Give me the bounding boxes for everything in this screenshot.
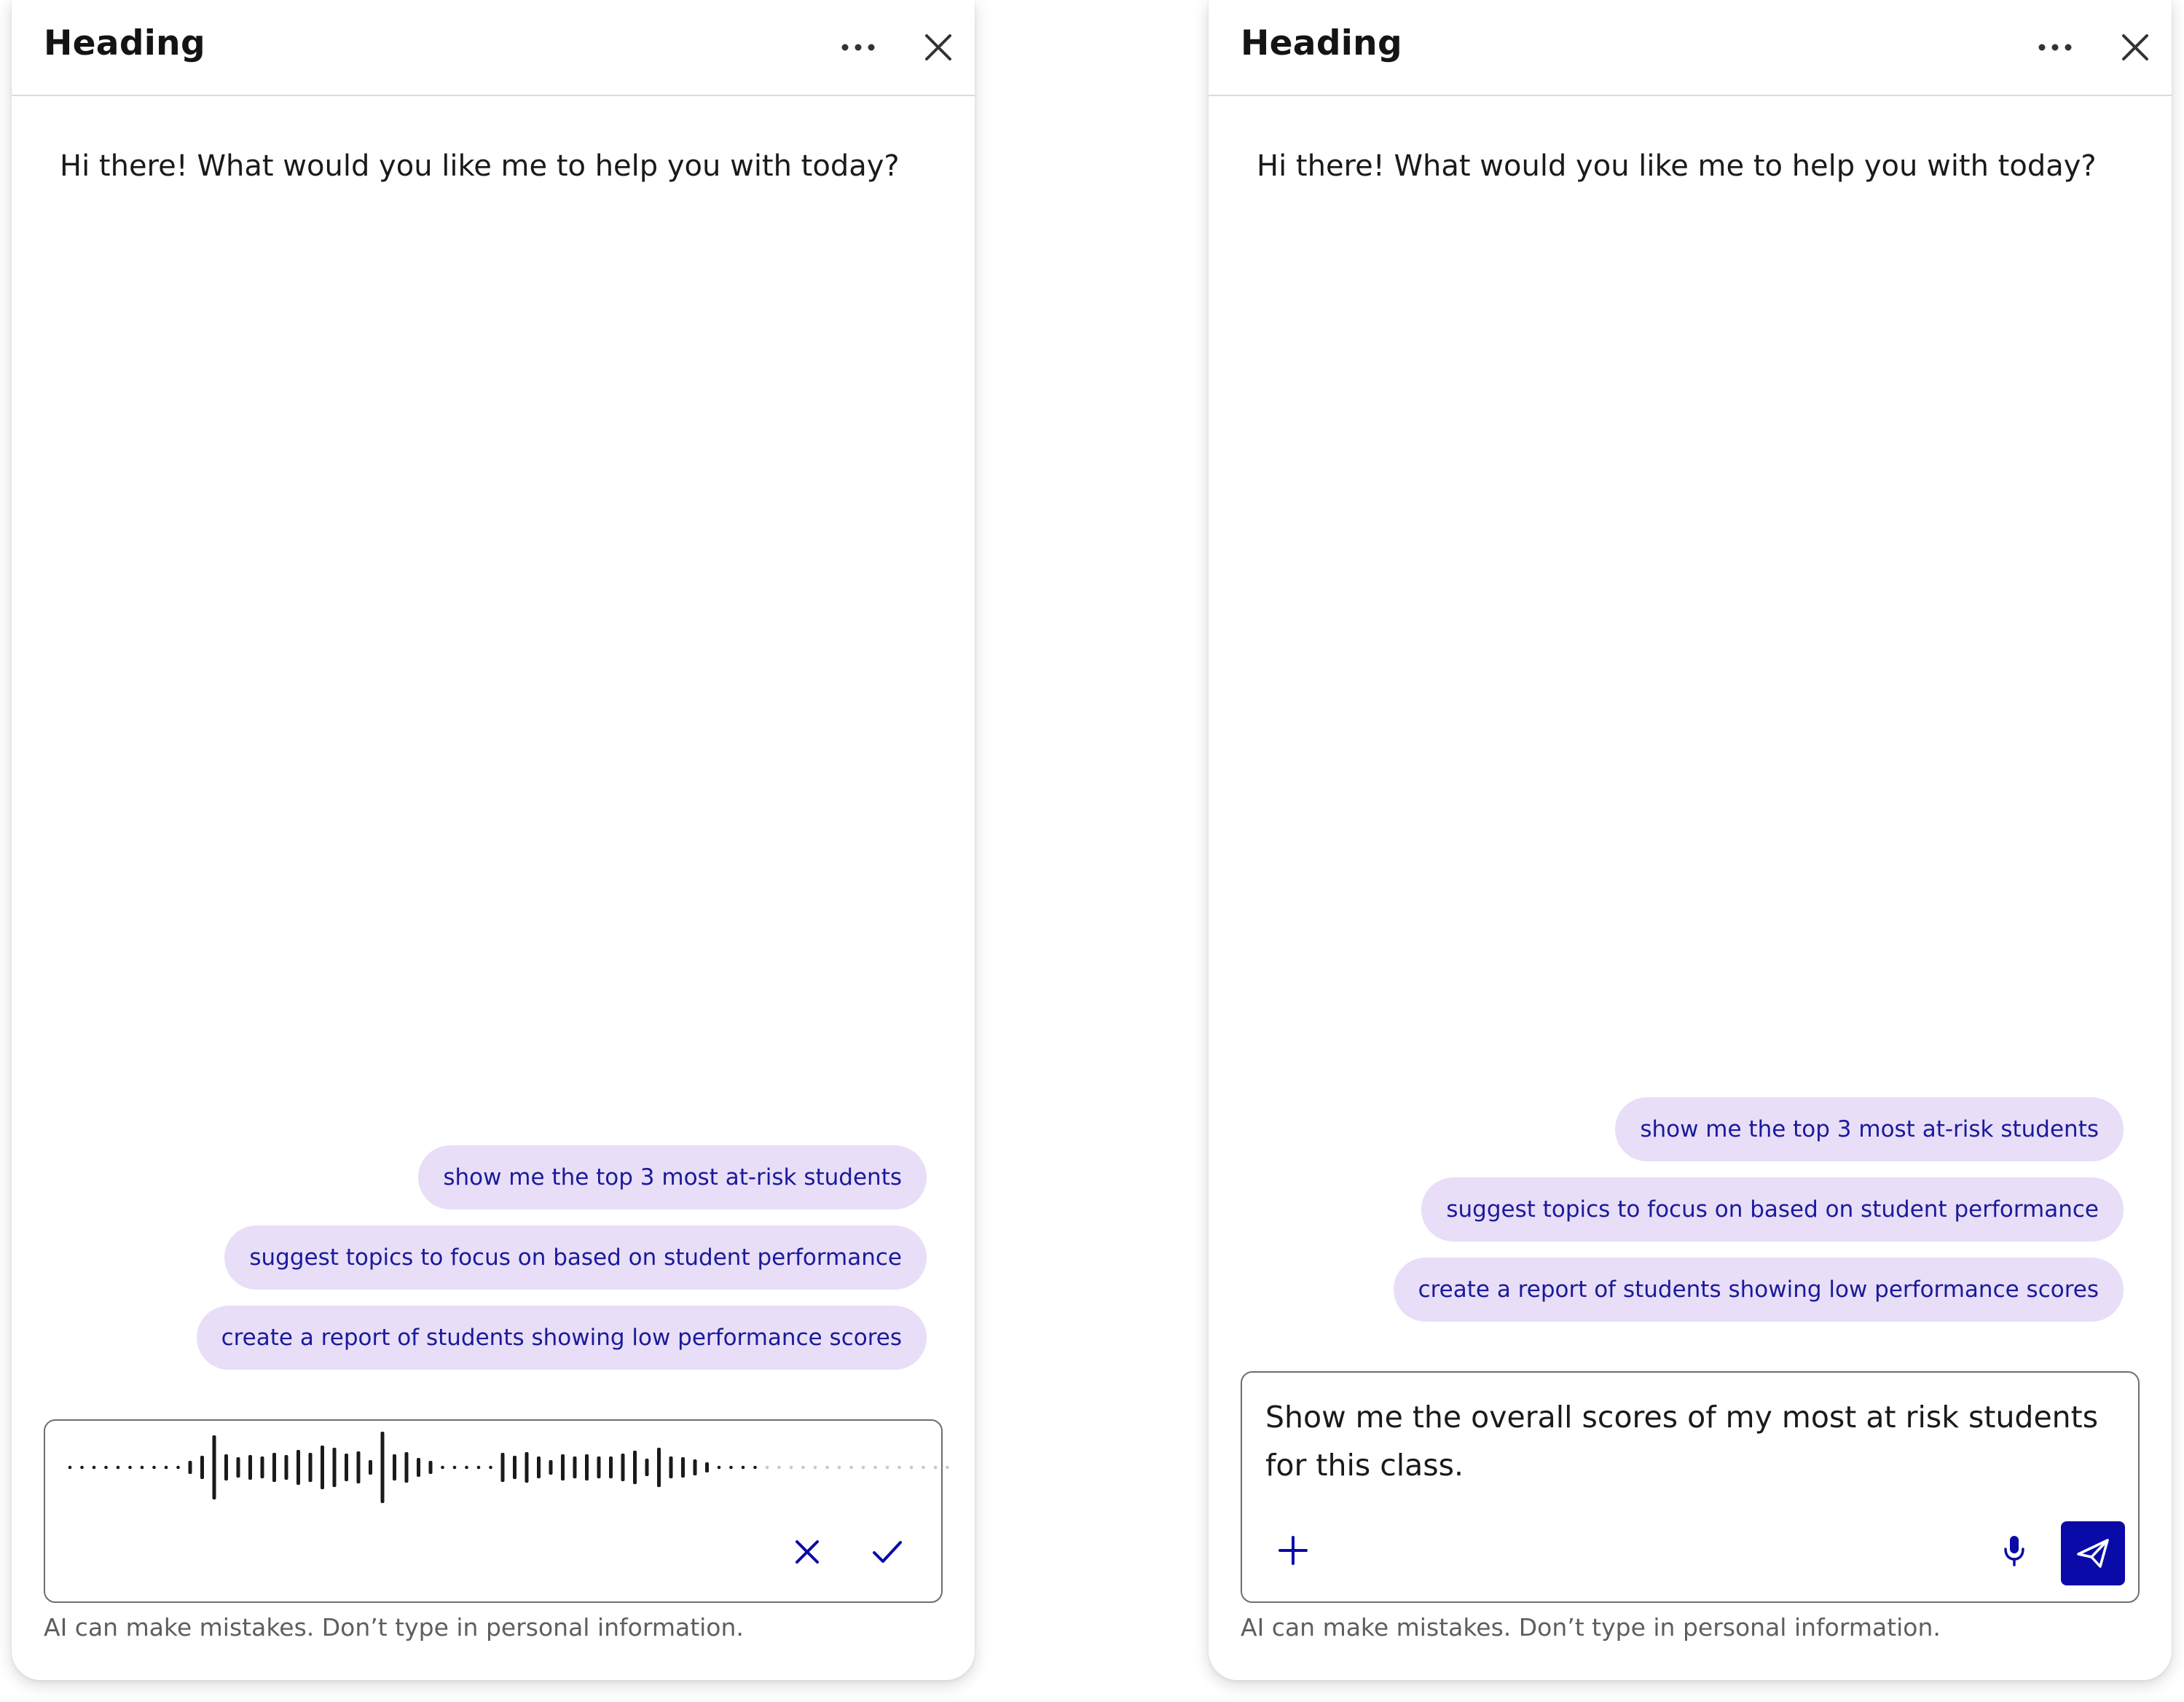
cancel-recording-icon[interactable]	[781, 1526, 833, 1578]
close-icon[interactable]	[915, 24, 962, 71]
disclaimer-text: AI can make mistakes. Don’t type in pers…	[1241, 1613, 1941, 1642]
message-input-box[interactable]: Show me the overall scores of my most at…	[1241, 1371, 2140, 1603]
suggestion-chip[interactable]: show me the top 3 most at-risk students	[1615, 1097, 2124, 1161]
suggestion-list: show me the top 3 most at-risk students …	[1393, 1097, 2124, 1322]
audio-waveform	[68, 1432, 949, 1503]
suggestion-chip[interactable]: suggest topics to focus on based on stud…	[224, 1225, 927, 1290]
close-icon[interactable]	[2112, 24, 2159, 71]
disclaimer-text: AI can make mistakes. Don’t type in pers…	[44, 1613, 744, 1642]
panel-header: Heading	[12, 0, 975, 96]
send-button[interactable]	[2061, 1521, 2125, 1585]
suggestion-list: show me the top 3 most at-risk students …	[196, 1145, 927, 1370]
microphone-icon[interactable]	[1985, 1521, 2043, 1580]
assistant-greeting: Hi there! What would you like me to help…	[1257, 149, 2097, 183]
chat-panel-voice: Heading Hi there! What would you like me…	[12, 0, 975, 1680]
assistant-greeting: Hi there! What would you like me to help…	[60, 149, 900, 183]
suggestion-chip[interactable]: create a report of students showing low …	[196, 1306, 927, 1370]
more-options-icon[interactable]	[2032, 24, 2078, 71]
chat-panel-text: Heading Hi there! What would you like me…	[1209, 0, 2172, 1680]
more-options-icon[interactable]	[835, 24, 881, 71]
voice-input-box[interactable]	[44, 1419, 949, 1603]
panel-heading: Heading	[44, 23, 205, 63]
suggestion-chip[interactable]: create a report of students showing low …	[1393, 1258, 2124, 1322]
confirm-recording-icon[interactable]	[861, 1526, 914, 1578]
send-icon	[2077, 1539, 2109, 1568]
message-input[interactable]: Show me the overall scores of my most at…	[1265, 1393, 2116, 1489]
panel-header: Heading	[1209, 0, 2172, 96]
add-attachment-icon[interactable]	[1264, 1521, 1322, 1580]
suggestion-chip[interactable]: suggest topics to focus on based on stud…	[1421, 1177, 2124, 1242]
suggestion-chip[interactable]: show me the top 3 most at-risk students	[418, 1145, 927, 1209]
panel-heading: Heading	[1241, 23, 1402, 63]
